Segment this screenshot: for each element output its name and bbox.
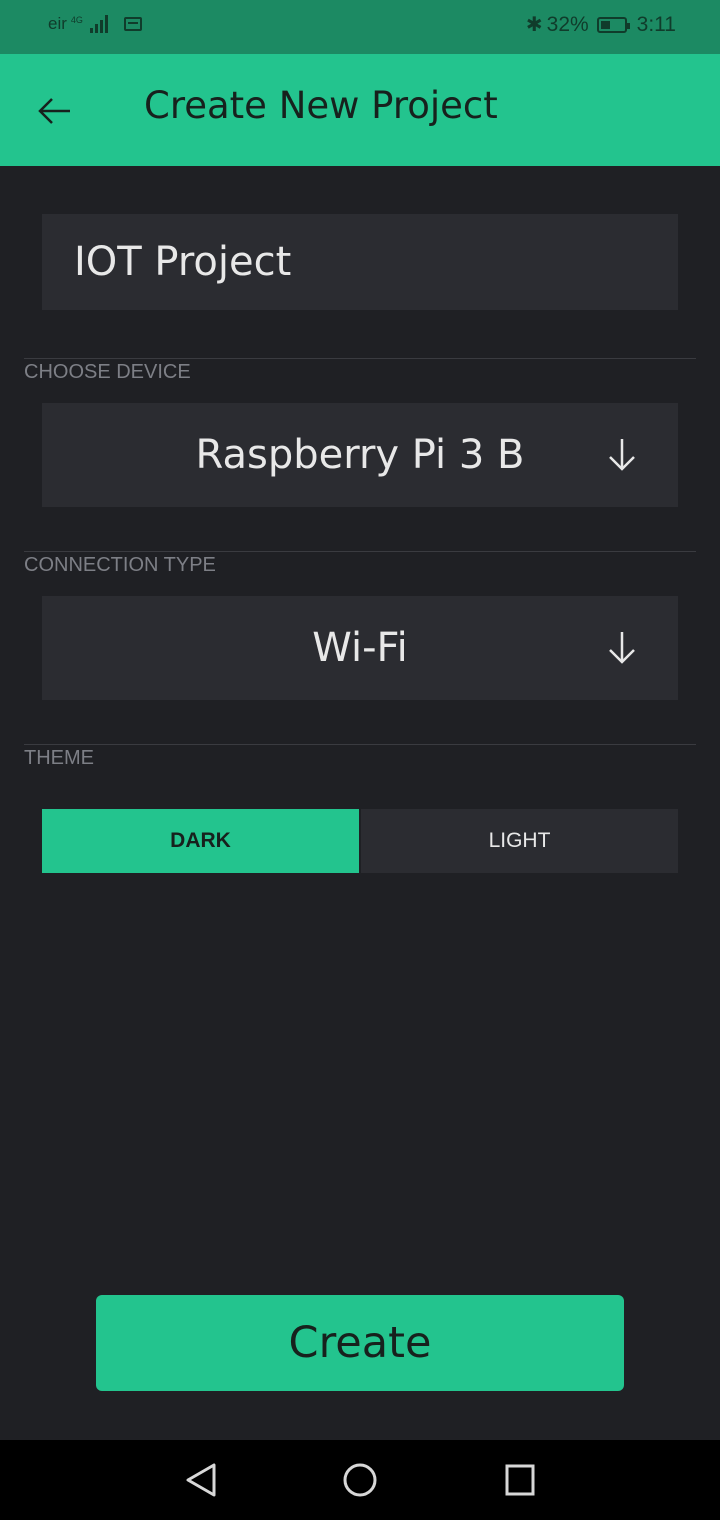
signal-strength-icon xyxy=(89,15,108,33)
status-bar: eir 4G ✱ 32% 3:11 xyxy=(0,0,720,54)
carrier-name: eir xyxy=(48,14,67,33)
system-nav-bar xyxy=(0,1440,720,1520)
nav-home-icon[interactable] xyxy=(343,1462,377,1498)
theme-label: THEME xyxy=(24,747,94,769)
arrow-down-icon xyxy=(609,632,635,664)
connection-dropdown[interactable]: Wi-Fi xyxy=(42,596,678,700)
notification-icon xyxy=(123,17,142,31)
theme-toggle: DARK LIGHT xyxy=(42,809,678,873)
theme-option-dark[interactable]: DARK xyxy=(42,809,359,873)
device-dropdown[interactable]: Raspberry Pi 3 B xyxy=(42,403,678,507)
connection-value: Wi-Fi xyxy=(312,625,408,671)
project-name-value: IOT Project xyxy=(74,239,292,285)
network-type: 4G xyxy=(70,15,83,25)
clock: 3:11 xyxy=(636,12,676,36)
arrow-left-icon xyxy=(38,98,70,124)
theme-option-light[interactable]: LIGHT xyxy=(361,809,678,873)
connection-type-label: CONNECTION TYPE xyxy=(24,554,216,576)
nav-back-icon[interactable] xyxy=(184,1462,218,1498)
divider xyxy=(24,358,696,359)
battery-percent: 32% xyxy=(546,12,589,36)
nav-recent-apps-icon[interactable] xyxy=(504,1462,536,1498)
device-value: Raspberry Pi 3 B xyxy=(195,432,525,478)
choose-device-label: CHOOSE DEVICE xyxy=(24,361,191,383)
back-button[interactable] xyxy=(34,90,76,132)
bluetooth-icon: ✱ xyxy=(525,14,543,36)
divider xyxy=(24,744,696,745)
app-bar: Create New Project xyxy=(0,54,720,166)
status-right-group: ✱ 32% 3:11 xyxy=(526,12,676,37)
project-name-input[interactable]: IOT Project xyxy=(42,214,678,310)
battery-icon xyxy=(596,16,630,33)
page-title: Create New Project xyxy=(144,84,498,127)
create-button[interactable]: Create xyxy=(96,1295,624,1391)
divider xyxy=(24,551,696,552)
status-left-group: eir 4G xyxy=(48,14,142,34)
arrow-down-icon xyxy=(609,439,635,471)
